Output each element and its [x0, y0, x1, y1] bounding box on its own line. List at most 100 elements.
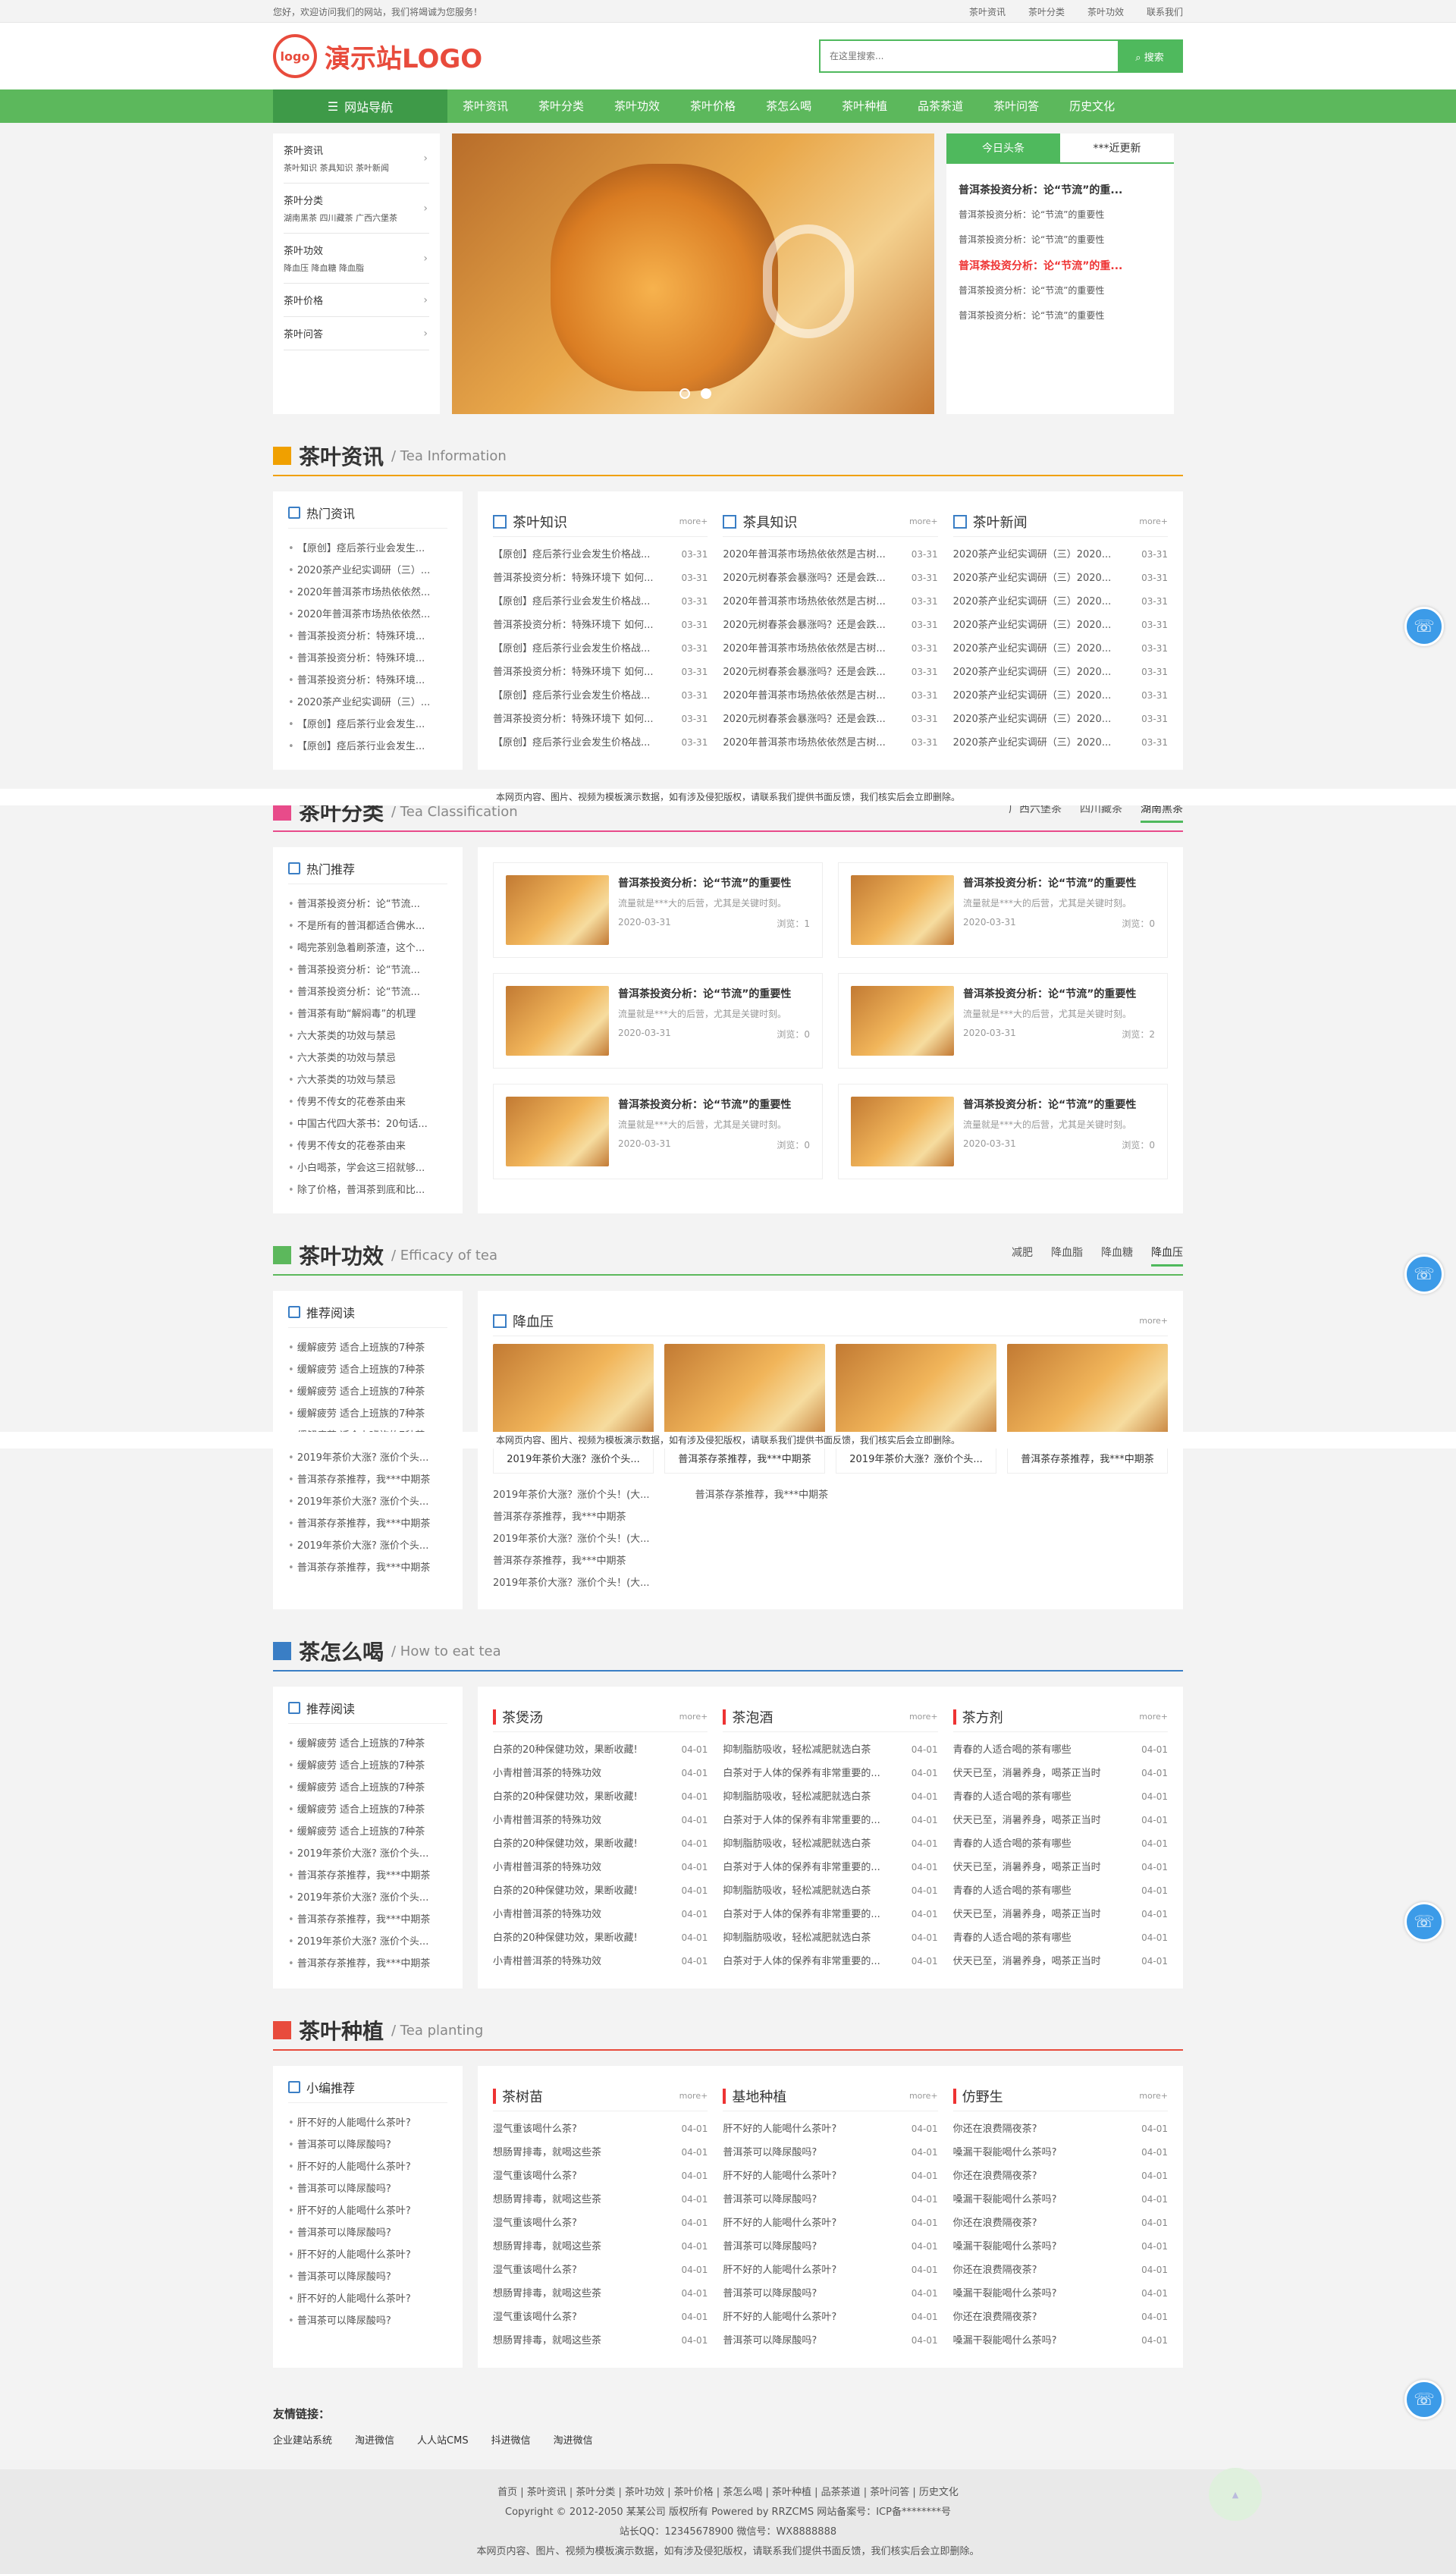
search-input[interactable] — [821, 41, 1118, 71]
side-list-item[interactable]: 除了价格，普洱茶到底和比... — [288, 1179, 447, 1201]
list-row[interactable]: 2020茶产业纪实调研（三）2020... 03-31 — [953, 614, 1168, 637]
side-list-item[interactable]: 2020年普洱茶市场热依依然... — [288, 604, 447, 626]
list-row[interactable]: 白茶对于人体的保养有非常重要的... 04-01 — [723, 1809, 937, 1832]
side-list-item[interactable]: 2019年茶价大涨? 涨价个头... — [288, 1843, 447, 1865]
efficacy-card[interactable]: 2019年茶价大涨？涨价个头... — [836, 1344, 996, 1474]
side-list-item[interactable]: 2019年茶价大涨? 涨价个头... — [288, 1447, 447, 1469]
list-row[interactable]: 2020茶产业纪实调研（三）2020... 03-31 — [953, 590, 1168, 614]
tab-today-headlines[interactable]: 今日头条 — [946, 133, 1060, 164]
list-row[interactable]: 嗓漏干裂能喝什么茶吗? 04-01 — [953, 2141, 1168, 2164]
list-row[interactable]: 白茶对于人体的保养有非常重要的... 04-01 — [723, 1762, 937, 1785]
side-list-item[interactable]: 缓解疲劳 适合上班族的7种茶 — [288, 1733, 447, 1755]
side-list-item[interactable]: 普洱茶投资分析：论“节流... — [288, 981, 447, 1003]
efficacy-list-item[interactable]: 2019年茶价大涨？涨价个头！(大... — [493, 1528, 650, 1550]
list-row[interactable]: 想肠胃排毒，就喝这些茶 04-01 — [493, 2188, 708, 2211]
side-list-item[interactable]: 普洱茶有助“解焖毒”的机理 — [288, 1003, 447, 1025]
news-link[interactable]: 普洱茶投资分析：论“节流”的重要性 — [959, 233, 1162, 246]
list-row[interactable]: 湿气重该喝什么茶? 04-01 — [493, 2211, 708, 2235]
news-link[interactable]: 普洱茶投资分析：论“节流”的重要性 — [959, 309, 1162, 322]
more-link[interactable]: more+ — [1139, 516, 1168, 526]
side-list-item[interactable]: 2019年茶价大涨? 涨价个头... — [288, 1491, 447, 1513]
list-row[interactable]: 抑制脂肪吸收，轻松减肥就选白茶 04-01 — [723, 1738, 937, 1762]
nav-guide-button[interactable]: ☰ 网站导航 — [273, 89, 447, 123]
list-row[interactable]: 想肠胃排毒，就喝这些茶 04-01 — [493, 2329, 708, 2353]
list-row[interactable]: 白茶对于人体的保养有非常重要的... 04-01 — [723, 1950, 937, 1973]
list-row[interactable]: 普洱茶可以降尿酸吗? 04-01 — [723, 2141, 937, 2164]
side-list-item[interactable]: 2020茶产业纪实调研（三）... — [288, 692, 447, 714]
efficacy-card[interactable]: 普洱茶存茶推荐，我***中期茶 — [664, 1344, 825, 1474]
list-row[interactable]: 【原创】痉后茶行业会发生价格战... 03-31 — [493, 543, 708, 567]
list-row[interactable]: 2020茶产业纪实调研（三）2020... 03-31 — [953, 708, 1168, 731]
side-list-item[interactable]: 缓解疲劳 适合上班族的7种茶 — [288, 1799, 447, 1821]
efficacy-list-item[interactable]: 2019年茶价大涨？涨价个头！(大... — [493, 1572, 650, 1594]
list-row[interactable]: 白茶对于人体的保养有非常重要的... 04-01 — [723, 1903, 937, 1926]
side-list-item[interactable]: 六大茶类的功效与禁忌 — [288, 1069, 447, 1091]
list-row[interactable]: 白茶的20种保健功效，果断收藏! 04-01 — [493, 1926, 708, 1950]
side-list-item[interactable]: 六大茶类的功效与禁忌 — [288, 1047, 447, 1069]
list-row[interactable]: 嗓漏干裂能喝什么茶吗? 04-01 — [953, 2329, 1168, 2353]
product-card[interactable]: 普洱茶投资分析：论“节流”的重要性 流量就是***大的后营，尤其是关键时刻。 202… — [838, 973, 1168, 1069]
side-list-item[interactable]: 肝不好的人能喝什么茶叶? — [288, 2288, 447, 2310]
side-list-item[interactable]: 肝不好的人能喝什么茶叶? — [288, 2200, 447, 2222]
top-link[interactable]: 茶叶功效 — [1087, 7, 1124, 17]
efficacy-card[interactable]: 普洱茶存茶推荐，我***中期茶 — [1007, 1344, 1168, 1474]
side-list-item[interactable]: 缓解疲劳 适合上班族的7种茶 — [288, 1755, 447, 1777]
side-list-item[interactable]: 小白喝茶，学会这三招就够... — [288, 1157, 447, 1179]
list-row[interactable]: 小青柑普洱茶的特殊功效 04-01 — [493, 1856, 708, 1879]
news-link[interactable]: 普洱茶投资分析：论“节流”的重要性 — [959, 208, 1162, 221]
list-row[interactable]: 【原创】痉后茶行业会发生价格战... 03-31 — [493, 590, 708, 614]
section-tab[interactable]: 降血糖 — [1101, 1245, 1133, 1267]
side-list-item[interactable]: 缓解疲劳 适合上班族的7种茶 — [288, 1381, 447, 1403]
list-row[interactable]: 普洱茶可以降尿酸吗? 04-01 — [723, 2235, 937, 2259]
list-row[interactable]: 白茶对于人体的保养有非常重要的... 04-01 — [723, 1856, 937, 1879]
category-item[interactable]: 茶叶分类 湖南黑茶 四川藏茶 广西六堡茶 › — [284, 184, 429, 234]
more-link[interactable]: more+ — [1139, 1712, 1168, 1722]
list-row[interactable]: 普洱茶可以降尿酸吗? 04-01 — [723, 2282, 937, 2306]
list-row[interactable]: 想肠胃排毒，就喝这些茶 04-01 — [493, 2282, 708, 2306]
side-list-item[interactable]: 普洱茶投资分析：论“节流... — [288, 893, 447, 915]
list-row[interactable]: 小青柑普洱茶的特殊功效 04-01 — [493, 1809, 708, 1832]
news-link[interactable]: 普洱茶投资分析：论“节流”的重要性 — [959, 284, 1162, 297]
efficacy-list-item[interactable]: 普洱茶存茶推荐，我***中期茶 — [493, 1506, 650, 1528]
nav-item[interactable]: 茶怎么喝 — [751, 89, 827, 123]
list-row[interactable]: 湿气重该喝什么茶? 04-01 — [493, 2306, 708, 2329]
friend-link[interactable]: 抖进微信 — [491, 2435, 531, 2447]
side-list-item[interactable]: 缓解疲劳 适合上班族的7种茶 — [288, 1359, 447, 1381]
efficacy-card[interactable]: 2019年茶价大涨？涨价个头... — [493, 1344, 654, 1474]
list-row[interactable]: 2020年普洱茶市场热依依然是古树... 03-31 — [723, 731, 937, 755]
list-row[interactable]: 肝不好的人能喝什么茶叶? 04-01 — [723, 2306, 937, 2329]
section-tab[interactable]: 减肥 — [1012, 1245, 1033, 1267]
side-list-item[interactable]: 2019年茶价大涨? 涨价个头... — [288, 1931, 447, 1953]
category-item[interactable]: 茶叶价格 › — [284, 284, 429, 317]
list-row[interactable]: 肝不好的人能喝什么茶叶? 04-01 — [723, 2117, 937, 2141]
list-row[interactable]: 你还在浪费隔夜茶? 04-01 — [953, 2164, 1168, 2188]
list-row[interactable]: 青春的人适合喝的茶有哪些 04-01 — [953, 1785, 1168, 1809]
list-row[interactable]: 白茶的20种保健功效，果断收藏! 04-01 — [493, 1879, 708, 1903]
list-row[interactable]: 2020茶产业纪实调研（三）2020... 03-31 — [953, 567, 1168, 590]
more-link[interactable]: more+ — [679, 2091, 708, 2101]
list-row[interactable]: 伏天已至，消暑养身，喝茶正当时 04-01 — [953, 1762, 1168, 1785]
headline-link[interactable]: 普洱茶投资分析：论“节流”的重... — [959, 182, 1162, 197]
side-list-item[interactable]: 传男不传女的花卷茶由来 — [288, 1091, 447, 1113]
more-link[interactable]: more+ — [909, 516, 938, 526]
side-list-item[interactable]: 普洱茶存茶推荐，我***中期茶 — [288, 1865, 447, 1887]
more-link[interactable]: more+ — [1139, 1316, 1168, 1326]
list-row[interactable]: 白茶的20种保健功效，果断收藏! 04-01 — [493, 1785, 708, 1809]
list-row[interactable]: 2020元树春茶会暴涨吗？还是会跌... 03-31 — [723, 708, 937, 731]
more-link[interactable]: more+ — [679, 1712, 708, 1722]
side-list-item[interactable]: 2019年茶价大涨? 涨价个头... — [288, 1887, 447, 1909]
friend-link[interactable]: 淘进微信 — [554, 2435, 593, 2447]
headline-link[interactable]: 普洱茶投资分析：论“节流”的重... — [959, 258, 1162, 273]
side-list-item[interactable]: 缓解疲劳 适合上班族的7种茶 — [288, 1777, 447, 1799]
list-row[interactable]: 伏天已至，消暑养身，喝茶正当时 04-01 — [953, 1809, 1168, 1832]
side-list-item[interactable]: 普洱茶可以降尿酸吗? — [288, 2310, 447, 2332]
top-link[interactable]: 茶叶资讯 — [969, 7, 1006, 17]
side-list-item[interactable]: 肝不好的人能喝什么茶叶? — [288, 2244, 447, 2266]
list-row[interactable]: 伏天已至，消暑养身，喝茶正当时 04-01 — [953, 1950, 1168, 1973]
side-list-item[interactable]: 普洱茶投资分析：特殊环境... — [288, 670, 447, 692]
slider-dot-1[interactable] — [679, 388, 690, 399]
side-list-item[interactable]: 普洱茶投资分析：特殊环境... — [288, 626, 447, 648]
list-row[interactable]: 抑制脂肪吸收，轻松减肥就选白茶 04-01 — [723, 1832, 937, 1856]
list-row[interactable]: 你还在浪费隔夜茶? 04-01 — [953, 2211, 1168, 2235]
list-row[interactable]: 普洱茶投资分析：特殊环境下 如何... 03-31 — [493, 567, 708, 590]
